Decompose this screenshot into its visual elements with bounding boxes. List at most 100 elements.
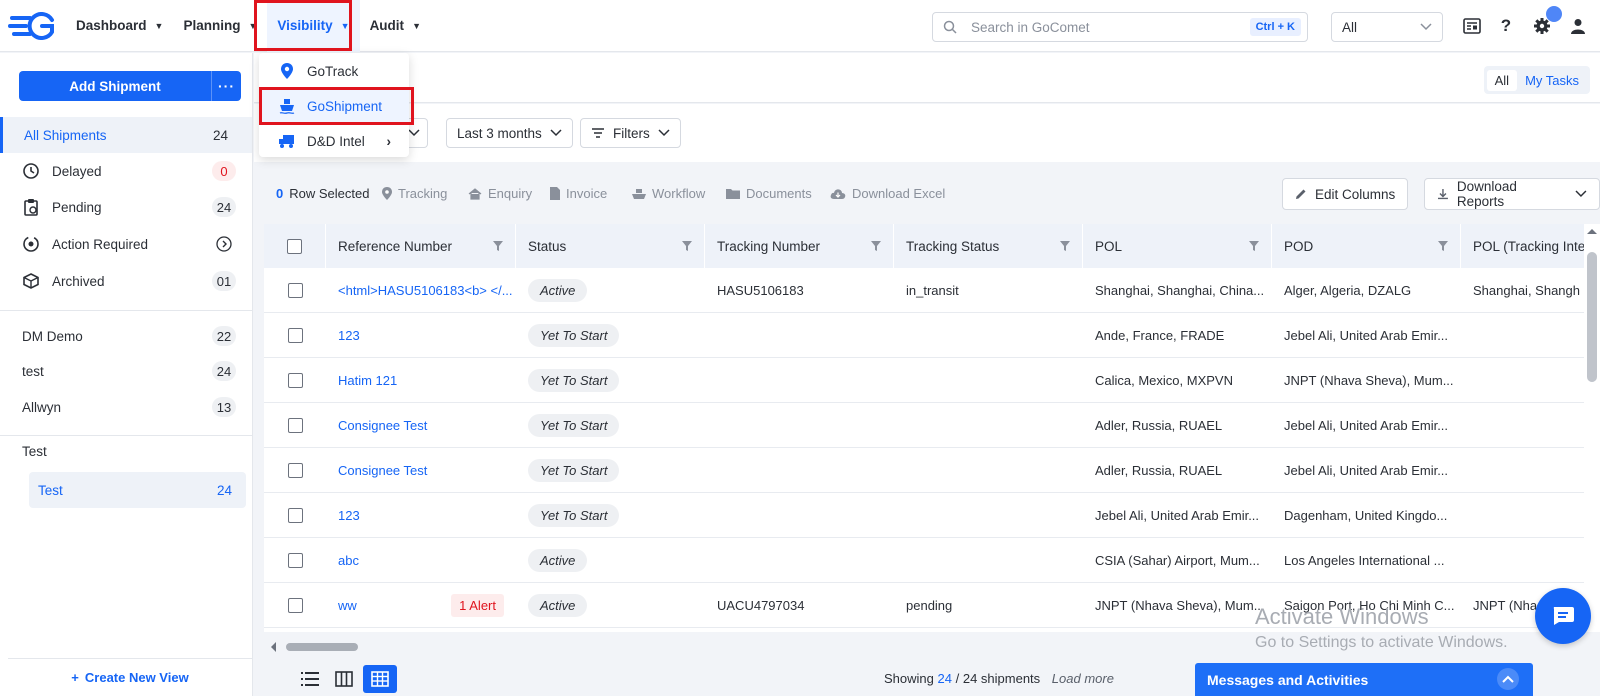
table-view-button[interactable]: [363, 665, 397, 693]
toggle-my-tasks[interactable]: My Tasks: [1517, 70, 1587, 91]
reference-link[interactable]: Consignee Test: [338, 463, 427, 478]
table-row[interactable]: Consignee Test Yet To Start Adler, Russia,…: [264, 448, 1584, 493]
sidebar-view-allwyn[interactable]: Allwyn 13: [0, 389, 252, 425]
scroll-left-arrow-icon[interactable]: [268, 640, 278, 654]
edit-columns-button[interactable]: Edit Columns: [1282, 178, 1409, 210]
column-header-tracking-status[interactable]: Tracking Status: [894, 224, 1083, 268]
user-profile-icon[interactable]: [1568, 16, 1588, 36]
status-badge: Yet To Start: [528, 368, 620, 392]
row-checkbox[interactable]: [287, 507, 303, 523]
nav-visibility-label: Visibility: [277, 18, 333, 33]
reference-link[interactable]: ww: [338, 598, 357, 613]
row-checkbox[interactable]: [287, 417, 303, 433]
nav-audit-label: Audit: [369, 18, 405, 33]
chevron-up-icon[interactable]: [1497, 668, 1519, 690]
table-row[interactable]: Consignee Test Yet To Start Adler, Russia,…: [264, 403, 1584, 448]
row-checkbox[interactable]: [287, 282, 303, 298]
sidebar-item-count: 24: [212, 361, 236, 381]
sidebar-item-archived[interactable]: Archived 01: [0, 263, 252, 299]
nav-audit[interactable]: Audit ▼: [360, 0, 431, 52]
add-shipment-button[interactable]: Add Shipment ···: [19, 71, 241, 101]
sidebar-item-pending[interactable]: Pending 24: [0, 189, 252, 225]
chat-button[interactable]: [1535, 588, 1591, 644]
filter-funnel-icon[interactable]: [493, 241, 503, 251]
column-label: POL: [1095, 238, 1123, 254]
column-header-status[interactable]: Status: [516, 224, 705, 268]
nav-dashboard[interactable]: Dashboard ▼: [66, 0, 173, 52]
select-all-checkbox[interactable]: [287, 238, 302, 254]
row-checkbox[interactable]: [287, 372, 303, 388]
menu-item-goshipment[interactable]: GoShipment: [259, 90, 409, 122]
help-icon[interactable]: ?: [1496, 16, 1516, 36]
filter-funnel-icon[interactable]: [871, 241, 881, 251]
table-row[interactable]: abc Active CSIA (Sahar) Airport, Mum... Los…: [264, 538, 1584, 583]
table-row[interactable]: <html>HASU5106183<b> </... Active HASU5106…: [264, 268, 1584, 313]
menu-item-dd-intel[interactable]: D&D Intel ›: [259, 125, 409, 157]
invoice-action[interactable]: Invoice: [550, 186, 607, 201]
nav-planning[interactable]: Planning ▼: [173, 0, 267, 52]
filter-funnel-icon[interactable]: [682, 241, 692, 251]
column-header-pol[interactable]: POL: [1083, 224, 1272, 268]
messages-activities-panel[interactable]: Messages and Activities: [1195, 663, 1533, 696]
reference-link[interactable]: 123: [338, 328, 360, 343]
sidebar-view-test[interactable]: test 24: [0, 353, 252, 389]
reference-link[interactable]: abc: [338, 553, 359, 568]
row-checkbox[interactable]: [287, 552, 303, 568]
table-row[interactable]: 123 Yet To Start Ande, France, FRADE Jebel …: [264, 313, 1584, 358]
sidebar-view-dm-demo[interactable]: DM Demo 22: [0, 318, 252, 354]
status-cell: Yet To Start: [516, 403, 705, 448]
reference-link[interactable]: 123: [338, 508, 360, 523]
date-range-dropdown[interactable]: Last 3 months: [446, 118, 573, 148]
toggle-all[interactable]: All: [1486, 69, 1518, 91]
filter-funnel-icon[interactable]: [1060, 241, 1070, 251]
menu-item-gotrack[interactable]: GoTrack: [259, 55, 409, 87]
notification-dot[interactable]: [1546, 6, 1562, 22]
row-checkbox[interactable]: [287, 597, 303, 613]
scroll-up-arrow-icon[interactable]: [1584, 226, 1600, 236]
reference-link[interactable]: <html>HASU5106183<b> </...: [338, 283, 513, 298]
vertical-scrollbar[interactable]: [1584, 224, 1600, 632]
reference-cell: <html>HASU5106183<b> </...: [326, 268, 516, 313]
table-row[interactable]: ww 1 Alert Active UACU4797034 pending JNPT (N…: [264, 583, 1584, 628]
column-header-tracking-number[interactable]: Tracking Number: [705, 224, 894, 268]
add-shipment-more-button[interactable]: ···: [211, 71, 241, 101]
sidebar-item-action-required[interactable]: Action Required: [0, 226, 252, 262]
scrollbar-thumb[interactable]: [286, 643, 358, 651]
sidebar-item-delayed[interactable]: Delayed 0: [0, 153, 252, 189]
workflow-action[interactable]: Workflow: [632, 186, 705, 201]
tracking-action[interactable]: Tracking: [382, 186, 447, 201]
load-more-link[interactable]: Load more: [1052, 671, 1114, 686]
create-new-view-button[interactable]: + Create New View: [8, 658, 252, 696]
news-icon[interactable]: [1462, 16, 1482, 36]
tracking-number-cell: UACU4797034: [717, 597, 805, 613]
sidebar-group-item-test[interactable]: Test 24: [29, 472, 246, 508]
row-checkbox[interactable]: [287, 327, 303, 343]
column-label: POD: [1284, 238, 1314, 254]
column-header-reference-number[interactable]: Reference Number: [326, 224, 516, 268]
filter-funnel-icon[interactable]: [1438, 241, 1448, 251]
chevron-right-circle-icon[interactable]: [216, 236, 232, 252]
reference-link[interactable]: Consignee Test: [338, 418, 427, 433]
global-search-input[interactable]: Search in GoComet Ctrl + K: [932, 12, 1308, 42]
download-excel-action[interactable]: Download Excel: [830, 186, 945, 201]
list-view-button[interactable]: [296, 666, 324, 692]
documents-action[interactable]: Documents: [726, 186, 812, 201]
column-header-pol-tracking[interactable]: POL (Tracking Inte: [1461, 224, 1584, 268]
sidebar-item-all-shipments[interactable]: All Shipments 24: [0, 117, 252, 153]
nav-visibility[interactable]: Visibility ▼: [267, 0, 360, 52]
horizontal-scrollbar[interactable]: [264, 640, 1584, 654]
board-view-button[interactable]: [330, 666, 358, 692]
filters-dropdown[interactable]: Filters: [580, 118, 681, 148]
table-row[interactable]: Hatim 121 Yet To Start Calica, Mexico, MXP…: [264, 358, 1584, 403]
reference-link[interactable]: Hatim 121: [338, 373, 397, 388]
download-reports-button[interactable]: Download Reports: [1424, 178, 1600, 210]
column-header-pod[interactable]: POD: [1272, 224, 1461, 268]
filter-funnel-icon[interactable]: [1249, 241, 1259, 251]
scrollbar-thumb[interactable]: [1587, 252, 1597, 382]
scope-select[interactable]: All: [1331, 12, 1443, 42]
enquiry-action[interactable]: Enquiry: [468, 186, 532, 201]
alert-badge[interactable]: 1 Alert: [451, 593, 504, 617]
row-checkbox[interactable]: [287, 462, 303, 478]
gocomet-logo-icon[interactable]: [8, 11, 56, 40]
table-row[interactable]: 123 Yet To Start Jebel Ali, United Arab Em…: [264, 493, 1584, 538]
